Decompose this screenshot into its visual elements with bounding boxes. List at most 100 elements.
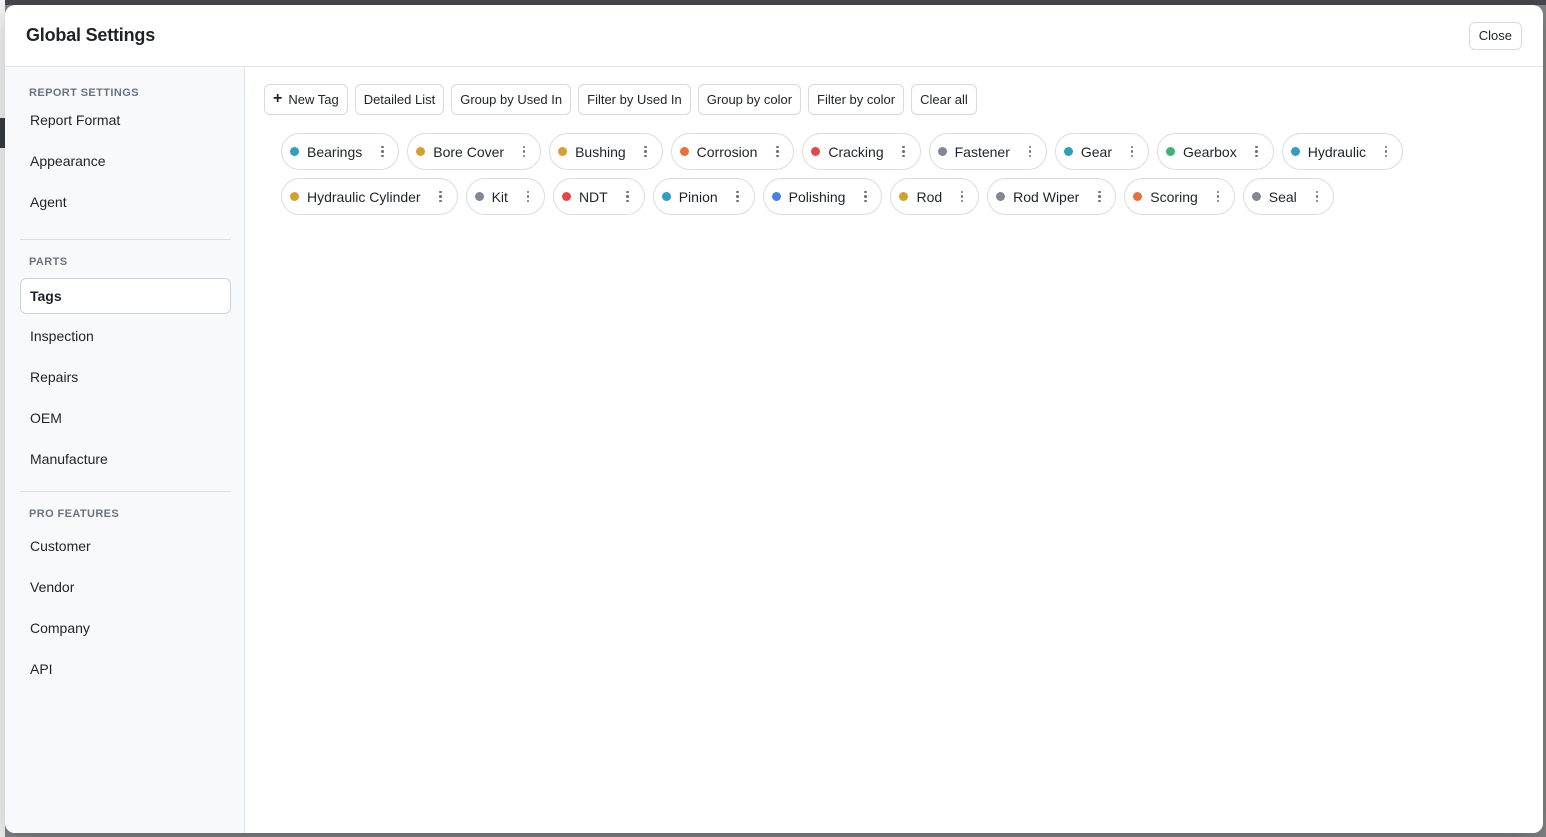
tag-chip[interactable]: Polishing (762, 178, 883, 215)
sidebar-item-repairs[interactable]: Repairs (20, 359, 231, 395)
tag-label: Fastener (954, 143, 1010, 160)
tag-color-dot (416, 147, 426, 156)
modal-header: Global Settings Close (5, 5, 1543, 67)
more-options-icon[interactable] (642, 145, 650, 158)
tag-label: Scoring (1150, 188, 1198, 205)
more-options-icon[interactable] (520, 145, 528, 158)
tag-color-dot (561, 192, 571, 201)
tag-chip[interactable]: Fastener (928, 133, 1047, 170)
section-label-parts: PARTS (29, 256, 68, 268)
tag-color-dot (996, 192, 1006, 201)
filter-by-color-button[interactable]: Filter by color (808, 84, 905, 115)
more-options-icon[interactable] (437, 190, 445, 203)
more-options-icon[interactable] (1313, 190, 1321, 203)
sidebar-item-agent[interactable]: Agent (20, 184, 231, 220)
more-options-icon[interactable] (773, 145, 781, 158)
tag-label: Seal (1268, 188, 1297, 205)
filter-by-used-in-button[interactable]: Filter by Used In (578, 84, 691, 115)
tag-chip[interactable]: Gearbox (1157, 133, 1274, 170)
tag-label: Gearbox (1183, 143, 1237, 160)
tag-row: Bearings Bore Cover Bushing Corrosion Cracki… (281, 133, 1481, 170)
tag-color-dot (771, 192, 781, 201)
tag-chip[interactable]: Pinion (652, 178, 755, 215)
more-options-icon[interactable] (900, 145, 908, 158)
more-options-icon[interactable] (1214, 190, 1222, 203)
tag-chip[interactable]: Kit (465, 178, 545, 215)
modal-title: Global Settings (26, 25, 156, 45)
tag-color-dot (937, 147, 947, 156)
sidebar-item-customer[interactable]: Customer (20, 528, 231, 564)
tag-color-dot (290, 147, 299, 156)
tag-label: Cracking (828, 143, 884, 160)
tag-color-dot (1133, 192, 1143, 201)
tag-chip[interactable]: Cracking (802, 133, 921, 170)
sidebar-divider (20, 239, 231, 240)
tag-color-dot (558, 147, 568, 156)
more-options-icon[interactable] (624, 190, 632, 203)
tag-chip[interactable]: Rod (890, 178, 980, 215)
tag-list: Bearings Bore Cover Bushing Corrosion Cracki… (281, 133, 1481, 223)
tag-label: Corrosion (696, 143, 758, 160)
tag-label: Hydraulic Cylinder (307, 188, 421, 205)
tag-label: Hydraulic (1307, 143, 1367, 160)
group-by-color-button[interactable]: Group by color (697, 84, 802, 115)
tag-chip[interactable]: Hydraulic Cylinder (281, 178, 458, 215)
tag-chip[interactable]: Seal (1242, 178, 1334, 215)
more-options-icon[interactable] (1095, 190, 1103, 203)
tag-label: Gear (1080, 143, 1112, 160)
tag-chip[interactable]: Gear (1054, 133, 1149, 170)
tag-color-dot (811, 147, 821, 156)
more-options-icon[interactable] (1382, 145, 1390, 158)
detailed-list-button[interactable]: Detailed List (354, 84, 445, 115)
more-options-icon[interactable] (861, 190, 869, 203)
new-tag-label: New Tag (288, 92, 339, 107)
tag-color-dot (1251, 192, 1261, 201)
more-options-icon[interactable] (1253, 145, 1261, 158)
close-button[interactable]: Close (1468, 22, 1522, 50)
tag-label: Kit (491, 188, 508, 205)
tag-color-dot (1063, 147, 1073, 156)
sidebar-item-api[interactable]: API (20, 651, 231, 687)
tag-chip[interactable]: Bearings (281, 133, 400, 170)
more-options-icon[interactable] (378, 145, 386, 158)
sidebar-item-manufacture[interactable]: Manufacture (20, 441, 231, 477)
tags-toolbar: + New Tag Detailed List Group by Used In… (264, 84, 977, 115)
group-by-used-in-button[interactable]: Group by Used In (451, 84, 572, 115)
tag-label: Polishing (788, 188, 846, 205)
tag-color-dot (661, 192, 671, 201)
sidebar-item-tags[interactable]: Tags (20, 278, 231, 314)
tag-color-dot (1290, 147, 1300, 156)
tag-chip[interactable]: Bore Cover (407, 133, 542, 170)
more-options-icon[interactable] (1026, 145, 1034, 158)
sidebar-item-report-format[interactable]: Report Format (20, 102, 231, 138)
clear-all-button[interactable]: Clear all (911, 84, 977, 115)
tag-chip[interactable]: Hydraulic (1281, 133, 1404, 170)
new-tag-button[interactable]: + New Tag (264, 84, 348, 115)
sidebar-item-company[interactable]: Company (20, 610, 231, 646)
more-options-icon[interactable] (958, 190, 966, 203)
more-options-icon[interactable] (1128, 145, 1136, 158)
section-label-report-settings: REPORT SETTINGS (29, 87, 139, 99)
tag-label: NDT (578, 188, 608, 205)
more-options-icon[interactable] (734, 190, 742, 203)
tag-chip[interactable]: Rod Wiper (987, 178, 1117, 215)
tag-color-dot (899, 192, 909, 201)
tag-label: Bearings (307, 143, 363, 160)
tag-color-dot (290, 192, 299, 201)
tag-chip[interactable]: Bushing (549, 133, 663, 170)
tag-chip[interactable]: NDT (552, 178, 645, 215)
sidebar-item-oem[interactable]: OEM (20, 400, 231, 436)
tag-color-dot (474, 192, 484, 201)
tag-label: Bore Cover (433, 143, 505, 160)
tags-panel: + New Tag Detailed List Group by Used In… (245, 67, 1543, 833)
tag-chip[interactable]: Scoring (1124, 178, 1235, 215)
more-options-icon[interactable] (524, 190, 532, 203)
sidebar-item-appearance[interactable]: Appearance (20, 143, 231, 179)
sidebar-item-inspection[interactable]: Inspection (20, 318, 231, 354)
tag-color-dot (679, 147, 689, 156)
global-settings-modal: Global Settings Close REPORT SETTINGS Re… (5, 5, 1543, 833)
tag-chip[interactable]: Corrosion (670, 133, 795, 170)
sidebar-item-vendor[interactable]: Vendor (20, 569, 231, 605)
tag-row: Hydraulic Cylinder Kit NDT Pinion Polishing R… (281, 178, 1481, 215)
sidebar-divider (20, 491, 231, 492)
